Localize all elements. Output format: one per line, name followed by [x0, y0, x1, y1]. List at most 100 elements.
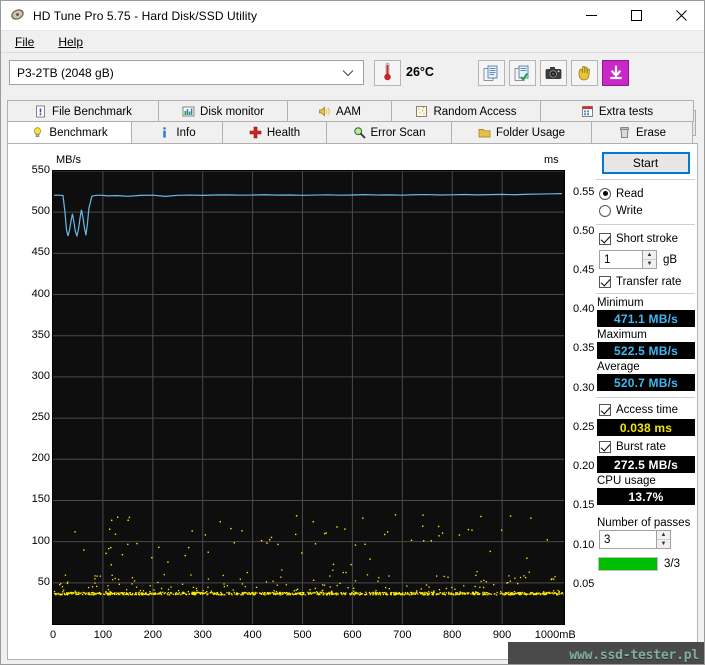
mode-write-radio[interactable]: Write [594, 202, 697, 219]
tab-random-access[interactable]: Random Access [391, 100, 541, 122]
access-time-label: Access time [616, 404, 678, 416]
toolbar: P3-2TB (2048 gB) 26°C [1, 54, 704, 96]
y-axis-tick-label: 400 [16, 288, 50, 300]
passes-stepper[interactable]: 3 ▲ ▼ [594, 530, 697, 549]
tab-error-scan[interactable]: Error Scan [326, 121, 452, 143]
transfer-rate-checkbox[interactable]: Transfer rate [594, 273, 697, 290]
tab-erase[interactable]: Erase [591, 121, 693, 143]
close-button[interactable] [659, 1, 704, 31]
tab-label: Extra tests [599, 106, 653, 118]
grid-lines [53, 171, 564, 624]
tab-disk-monitor[interactable]: Disk monitor [158, 100, 288, 122]
health-cross-icon [249, 126, 262, 139]
menu-file-label: File [15, 35, 34, 49]
random-access-icon [415, 105, 428, 118]
progress-bar [598, 557, 658, 571]
stepper-buttons[interactable]: ▲ ▼ [656, 531, 670, 548]
menu-file[interactable]: File [5, 33, 44, 51]
lightbulb-icon [31, 126, 44, 139]
tab-label: Error Scan [371, 127, 426, 139]
stepper-down-icon[interactable]: ▼ [643, 259, 656, 268]
x-axis-tick-label: 300 [194, 629, 212, 641]
thermometer-icon [383, 62, 392, 84]
extra-tests-icon [581, 105, 594, 118]
burst-rate-value: 272.5 MB/s [597, 456, 695, 473]
stepper-up-icon[interactable]: ▲ [657, 531, 670, 539]
tab-health[interactable]: Health [222, 121, 327, 143]
x-axis-tick-label: 800 [443, 629, 461, 641]
passes-value: 3 [600, 534, 656, 546]
copy-to-file-icon[interactable] [509, 60, 536, 86]
passes-label: Number of passes [594, 517, 697, 529]
progress-row: 3/3 [594, 557, 697, 571]
average-label: Average [594, 361, 697, 373]
results-panel: Start Read Write Short stroke 1 ▲ [594, 146, 697, 659]
tab-label: Benchmark [49, 127, 107, 139]
y-axis-tick-label: 150 [16, 493, 50, 505]
tab-folder-usage[interactable]: Folder Usage [451, 121, 592, 143]
chevron-down-icon [342, 66, 354, 80]
tab-label: File Benchmark [52, 106, 132, 118]
benchmark-graph: MB/s ms 50100150200250300350400450500550… [16, 150, 586, 650]
maximum-value: 522.5 MB/s [597, 342, 695, 359]
tab-benchmark[interactable]: Benchmark [7, 121, 132, 143]
checkbox-checked-icon [599, 233, 611, 245]
graph-plot-area [52, 170, 565, 625]
y-axis-tick-label: 550 [16, 164, 50, 176]
tab-label: Disk monitor [200, 106, 264, 118]
burst-rate-checkbox[interactable]: Burst rate [594, 438, 697, 455]
passes-input[interactable]: 3 ▲ ▼ [599, 530, 671, 549]
y-axis-tick-label: 350 [16, 329, 50, 341]
access-time-checkbox[interactable]: Access time [594, 401, 697, 418]
file-benchmark-icon [34, 105, 47, 118]
camera-icon[interactable] [540, 60, 567, 86]
mode-read-radio[interactable]: Read [594, 185, 697, 202]
cpu-usage-label: CPU usage [594, 475, 697, 487]
average-value: 520.7 MB/s [597, 374, 695, 391]
short-stroke-input[interactable]: 1 ▲ ▼ [599, 250, 657, 269]
short-stroke-label: Short stroke [616, 233, 678, 245]
menu-help[interactable]: Help [48, 33, 93, 51]
short-stroke-checkbox[interactable]: Short stroke [594, 230, 697, 247]
x-axis-tick-label: 900 [493, 629, 511, 641]
drive-select[interactable]: P3-2TB (2048 gB) [9, 60, 364, 85]
hand-icon[interactable] [571, 60, 598, 86]
short-stroke-stepper[interactable]: 1 ▲ ▼ gB [594, 250, 697, 269]
stepper-down-icon[interactable]: ▼ [657, 539, 670, 548]
tab-extra-tests[interactable]: Extra tests [540, 100, 694, 122]
tab-file-benchmark[interactable]: File Benchmark [7, 100, 159, 122]
tab-label: Health [267, 127, 300, 139]
tab-label: AAM [336, 106, 361, 118]
trash-icon [618, 126, 631, 139]
minimize-button[interactable] [569, 1, 614, 31]
tab-row-lower: Benchmark Info Health Error Scan Folder Usag… [7, 121, 698, 143]
y-axis-tick-label: 450 [16, 246, 50, 258]
tab-label: Random Access [433, 106, 516, 118]
minimum-label: Minimum [594, 297, 697, 309]
x-axis-tick-label: 100 [94, 629, 112, 641]
mode-read-label: Read [616, 188, 644, 200]
divider [596, 397, 695, 398]
transfer-rate-line [54, 194, 562, 236]
minimum-value: 471.1 MB/s [597, 310, 695, 327]
y-axis-unit-right: ms [544, 154, 559, 166]
drive-select-value: P3-2TB (2048 gB) [10, 66, 114, 80]
copy-icon[interactable] [478, 60, 505, 86]
y-axis-left-ticks: 50100150200250300350400450500550 [16, 170, 50, 625]
stepper-up-icon[interactable]: ▲ [643, 251, 656, 259]
tab-label: Erase [636, 127, 666, 139]
download-arrow-icon[interactable] [602, 60, 629, 86]
divider [596, 224, 695, 225]
y-axis-tick-label: 300 [16, 370, 50, 382]
x-axis-tick-label: 1000mB [535, 629, 576, 641]
radio-on-icon [599, 188, 611, 200]
start-button[interactable]: Start [602, 152, 690, 174]
maximize-button[interactable] [614, 1, 659, 31]
stepper-buttons[interactable]: ▲ ▼ [642, 251, 656, 268]
window-controls [569, 1, 704, 31]
progress-bar-fill [599, 558, 657, 570]
tab-aam[interactable]: AAM [287, 100, 392, 122]
benchmark-panel: MB/s ms 50100150200250300350400450500550… [7, 143, 698, 660]
y-axis-tick-label: 200 [16, 452, 50, 464]
tab-info[interactable]: Info [131, 121, 223, 143]
